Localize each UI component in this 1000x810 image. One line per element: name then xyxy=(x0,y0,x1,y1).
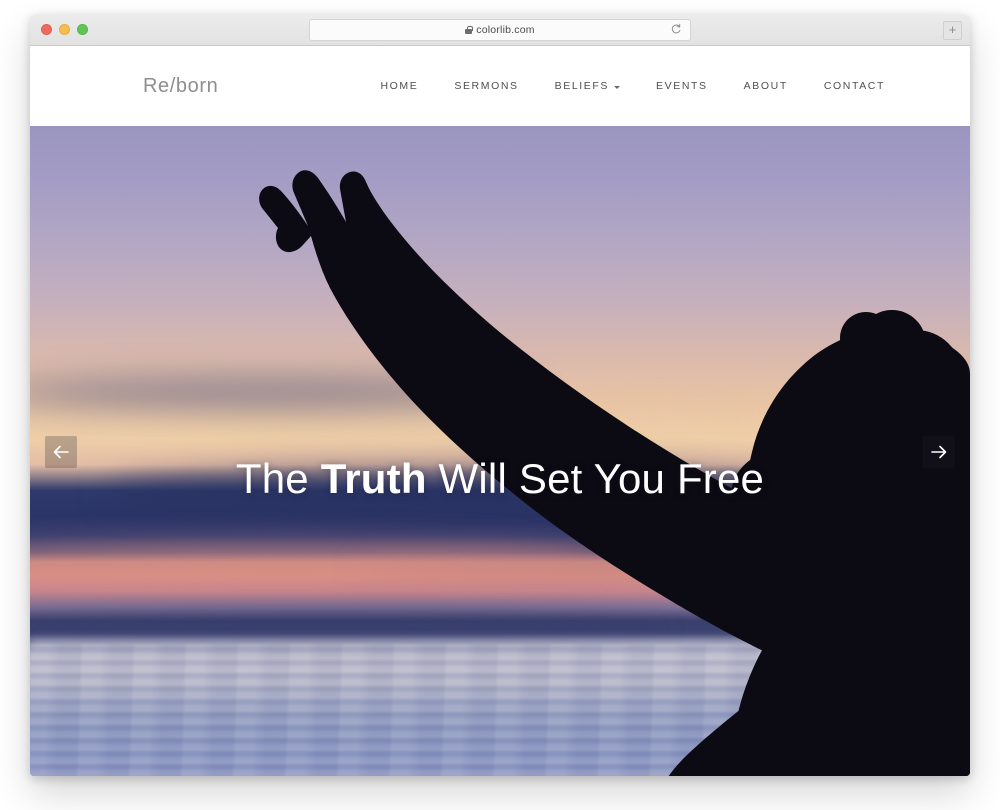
nav-label: HOME xyxy=(380,80,419,92)
lock-icon xyxy=(465,26,473,34)
headline-part-2: Will Set You Free xyxy=(426,455,765,503)
hero-slider: The Truth Will Set You Free xyxy=(30,126,970,776)
headline-emphasis: Truth xyxy=(320,455,427,503)
slider-next-button[interactable] xyxy=(923,435,955,468)
nav-label: EVENTS xyxy=(656,80,708,92)
nav-label: CONTACT xyxy=(823,80,885,92)
woman-silhouette-image xyxy=(259,170,970,776)
site-logo[interactable]: Re/born xyxy=(143,75,218,98)
window-controls xyxy=(41,24,88,35)
hero-headline: The Truth Will Set You Free xyxy=(30,454,970,504)
screenshot-root: colorlib.com + Re/born HOME SERMONS BELI… xyxy=(0,0,1000,810)
chevron-down-icon xyxy=(614,85,621,89)
site-header: Re/born HOME SERMONS BELIEFS EVENTS ABOU… xyxy=(30,46,970,126)
url-text: colorlib.com xyxy=(476,24,535,36)
nav-item-about[interactable]: ABOUT xyxy=(726,80,806,92)
zoom-window-button[interactable] xyxy=(77,24,88,35)
browser-window: colorlib.com + Re/born HOME SERMONS BELI… xyxy=(30,14,970,776)
main-navigation: HOME SERMONS BELIEFS EVENTS ABOUT CONTAC… xyxy=(362,80,885,92)
headline-part-1: The xyxy=(235,455,321,503)
nav-label: BELIEFS xyxy=(554,80,610,92)
nav-item-events[interactable]: EVENTS xyxy=(638,80,726,92)
new-tab-button[interactable]: + xyxy=(943,21,962,40)
slider-prev-button[interactable] xyxy=(45,435,77,468)
minimize-window-button[interactable] xyxy=(59,24,70,35)
nav-item-sermons[interactable]: SERMONS xyxy=(436,80,536,92)
nav-item-contact[interactable]: CONTACT xyxy=(806,80,885,92)
arrow-right-icon xyxy=(931,445,947,458)
nav-label: SERMONS xyxy=(454,80,519,92)
close-window-button[interactable] xyxy=(41,24,52,35)
nav-item-beliefs[interactable]: BELIEFS xyxy=(537,80,638,92)
nav-label: ABOUT xyxy=(743,80,788,92)
reload-icon[interactable] xyxy=(670,23,682,35)
browser-titlebar: colorlib.com + xyxy=(30,14,970,46)
arrow-left-icon xyxy=(53,445,69,458)
nav-item-home[interactable]: HOME xyxy=(362,80,436,92)
address-bar[interactable]: colorlib.com xyxy=(309,19,691,41)
